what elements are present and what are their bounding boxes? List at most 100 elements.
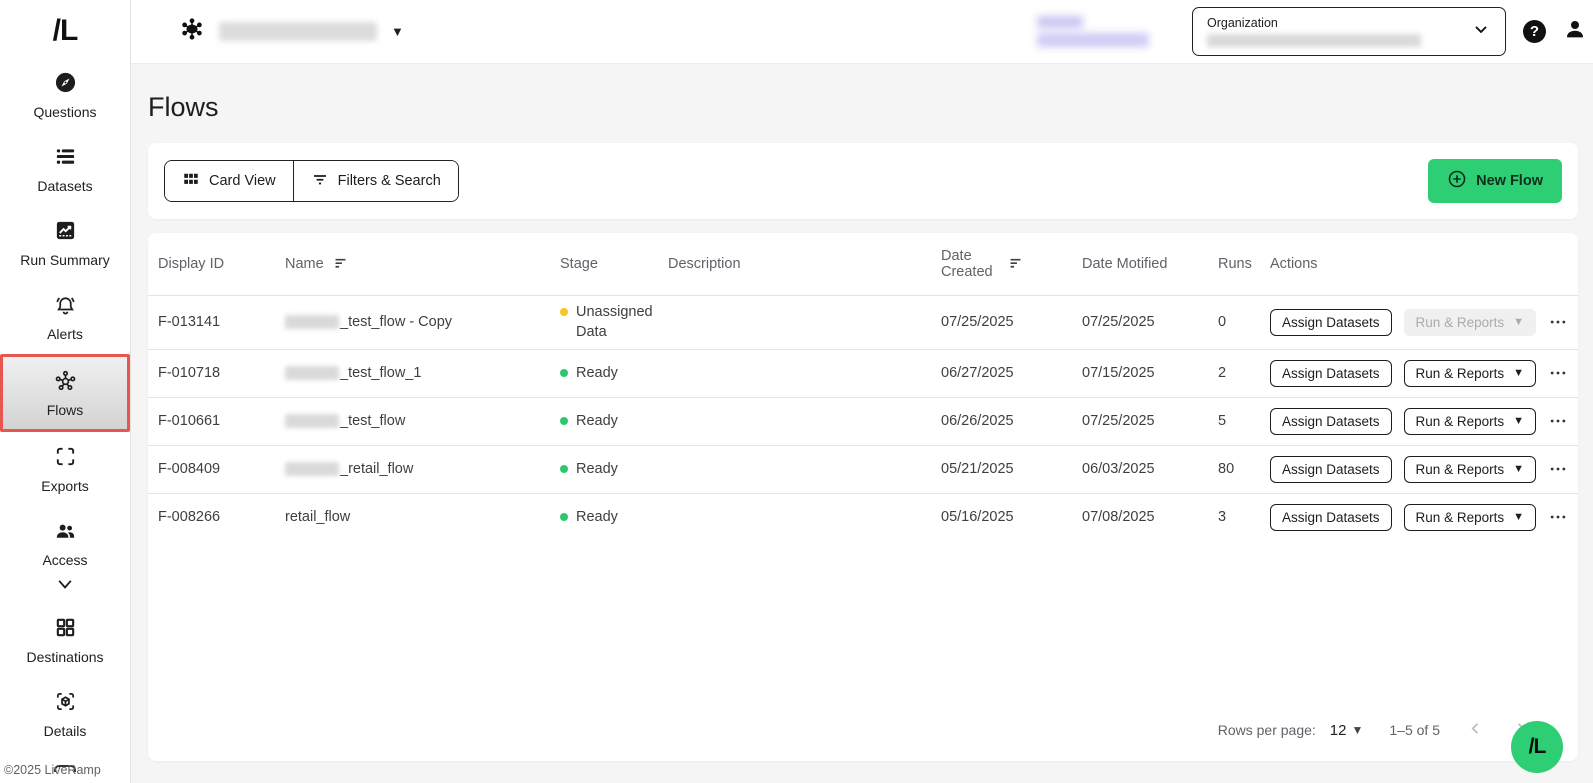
assign-datasets-button[interactable]: Assign Datasets (1270, 360, 1392, 387)
flows-table: Display ID Name Stage Description Date C… (148, 233, 1578, 761)
cell-display-id: F-008409 (158, 455, 285, 483)
user-account-icon[interactable] (1563, 17, 1587, 46)
assign-datasets-button[interactable]: Assign Datasets (1270, 456, 1392, 483)
cell-date-modified: 07/25/2025 (1082, 407, 1218, 435)
sidebar-item-label: Access (42, 552, 87, 568)
cell-description (668, 463, 941, 475)
cell-display-id: F-010661 (158, 407, 285, 435)
run-reports-button[interactable]: Run & Reports▼ (1404, 408, 1536, 435)
assign-datasets-button[interactable]: Assign Datasets (1270, 504, 1392, 531)
topbar-right: Organization ? (1037, 7, 1587, 56)
blurred-link[interactable] (1037, 16, 1149, 47)
new-flow-label: New Flow (1476, 173, 1543, 189)
cell-name: _retail_flow (285, 455, 560, 483)
pagination: Rows per page: 12 ▼ 1–5 of 5 (148, 709, 1578, 749)
cell-display-id: F-010718 (158, 359, 285, 387)
cell-description (668, 367, 941, 379)
table-header-row: Display ID Name Stage Description Date C… (148, 233, 1578, 295)
more-actions-icon[interactable] (1548, 411, 1568, 431)
table-row[interactable]: F-010718 _test_flow_1 Ready 06/27/2025 0… (148, 349, 1578, 397)
cell-stage: Unassigned Data (560, 296, 668, 349)
col-header-name: Name (285, 254, 560, 275)
cell-actions: Assign Datasets Run & Reports▼ (1270, 354, 1578, 393)
table-row[interactable]: F-008266 retail_flow Ready 05/16/2025 07… (148, 493, 1578, 541)
stage-dot (560, 417, 568, 425)
col-header-runs: Runs (1218, 256, 1270, 272)
card-view-label: Card View (209, 173, 276, 189)
dropdown-caret-icon: ▼ (391, 24, 404, 39)
app-root: /L Questions Datasets Run Summary (0, 0, 1593, 783)
cell-date-created: 06/27/2025 (941, 359, 1082, 387)
sidebar-item-questions[interactable]: Questions (0, 58, 130, 132)
rows-per-page-label: Rows per page: (1218, 722, 1316, 738)
dropdown-caret-icon: ▼ (1513, 511, 1524, 523)
card-view-button[interactable]: Card View (165, 161, 293, 201)
filters-search-button[interactable]: Filters & Search (293, 161, 458, 201)
sidebar-item-run-summary[interactable]: Run Summary (0, 206, 130, 280)
organization-select[interactable]: Organization (1192, 7, 1506, 56)
new-flow-button[interactable]: New Flow (1428, 159, 1562, 203)
col-header-date-created: Date Created (941, 248, 1082, 280)
organization-label: Organization (1207, 16, 1421, 30)
rows-per-page-select[interactable]: 12 ▼ (1330, 722, 1364, 739)
assign-datasets-button[interactable]: Assign Datasets (1270, 408, 1392, 435)
sidebar-item-exports[interactable]: Exports (0, 432, 130, 506)
dropdown-caret-icon: ▼ (1513, 367, 1524, 379)
table-row[interactable]: F-010661 _test_flow Ready 06/26/2025 07/… (148, 397, 1578, 445)
col-header-description: Description (668, 256, 941, 272)
col-header-display-id: Display ID (158, 256, 285, 272)
cell-date-modified: 07/25/2025 (1082, 308, 1218, 336)
sidebar-item-label: Flows (47, 402, 84, 418)
run-summary-icon (54, 219, 77, 247)
access-expand-chevron-icon[interactable] (55, 576, 75, 603)
table-row[interactable]: F-013141 _test_flow - Copy Unassigned Da… (148, 295, 1578, 349)
sidebar-item-destinations[interactable]: Destinations (0, 603, 130, 677)
run-reports-button[interactable]: Run & Reports▼ (1404, 456, 1536, 483)
stage-dot (560, 308, 568, 316)
help-icon[interactable]: ? (1523, 20, 1546, 43)
cell-stage: Ready (560, 357, 668, 389)
sidebar: /L Questions Datasets Run Summary (0, 0, 131, 783)
table-empty-space (148, 541, 1578, 709)
run-reports-button[interactable]: Run & Reports▼ (1404, 309, 1536, 336)
more-actions-icon[interactable] (1548, 507, 1568, 527)
cell-description (668, 511, 941, 523)
table-row[interactable]: F-008409 _retail_flow Ready 05/21/2025 0… (148, 445, 1578, 493)
flow-context-switcher[interactable]: ▼ (179, 16, 404, 47)
cell-date-created: 06/26/2025 (941, 407, 1082, 435)
card-view-grid-icon (182, 170, 200, 192)
cell-stage: Ready (560, 501, 668, 533)
assign-datasets-button[interactable]: Assign Datasets (1270, 309, 1392, 336)
cell-date-modified: 07/08/2025 (1082, 503, 1218, 531)
dropdown-caret-icon: ▼ (1513, 316, 1524, 328)
stage-dot (560, 513, 568, 521)
run-reports-button[interactable]: Run & Reports▼ (1404, 504, 1536, 531)
more-actions-icon[interactable] (1548, 312, 1568, 332)
sidebar-item-details[interactable]: Details (0, 677, 130, 751)
sidebar-item-access[interactable]: Access (0, 506, 130, 580)
run-reports-button[interactable]: Run & Reports▼ (1404, 360, 1536, 387)
cell-name: _test_flow - Copy (285, 308, 560, 336)
liveramp-logo: /L (53, 0, 78, 58)
main-area: ▼ Organization ? (131, 0, 1593, 783)
blurred-name-prefix (285, 315, 339, 329)
cell-actions: Assign Datasets Run & Reports▼ (1270, 498, 1578, 537)
more-actions-icon[interactable] (1548, 363, 1568, 383)
sidebar-item-label: Alerts (47, 326, 83, 342)
sidebar-item-alerts[interactable]: Alerts (0, 280, 130, 354)
sort-icon[interactable] (332, 254, 349, 275)
sidebar-item-datasets[interactable]: Datasets (0, 132, 130, 206)
previous-page-icon[interactable] (1466, 719, 1485, 741)
cell-actions: Assign Datasets Run & Reports▼ (1270, 402, 1578, 441)
cell-date-created: 05/21/2025 (941, 455, 1082, 483)
cell-description (668, 415, 941, 427)
view-filter-button-group: Card View Filters & Search (164, 160, 459, 202)
sort-icon[interactable] (1007, 254, 1024, 275)
sidebar-item-label: Exports (41, 478, 88, 494)
cube-icon (54, 690, 77, 718)
more-actions-icon[interactable] (1548, 459, 1568, 479)
bell-icon (54, 293, 77, 321)
pagination-range: 1–5 of 5 (1389, 722, 1440, 738)
sidebar-item-flows[interactable]: Flows (0, 354, 130, 432)
liveramp-fab-button[interactable]: /L (1511, 721, 1563, 773)
